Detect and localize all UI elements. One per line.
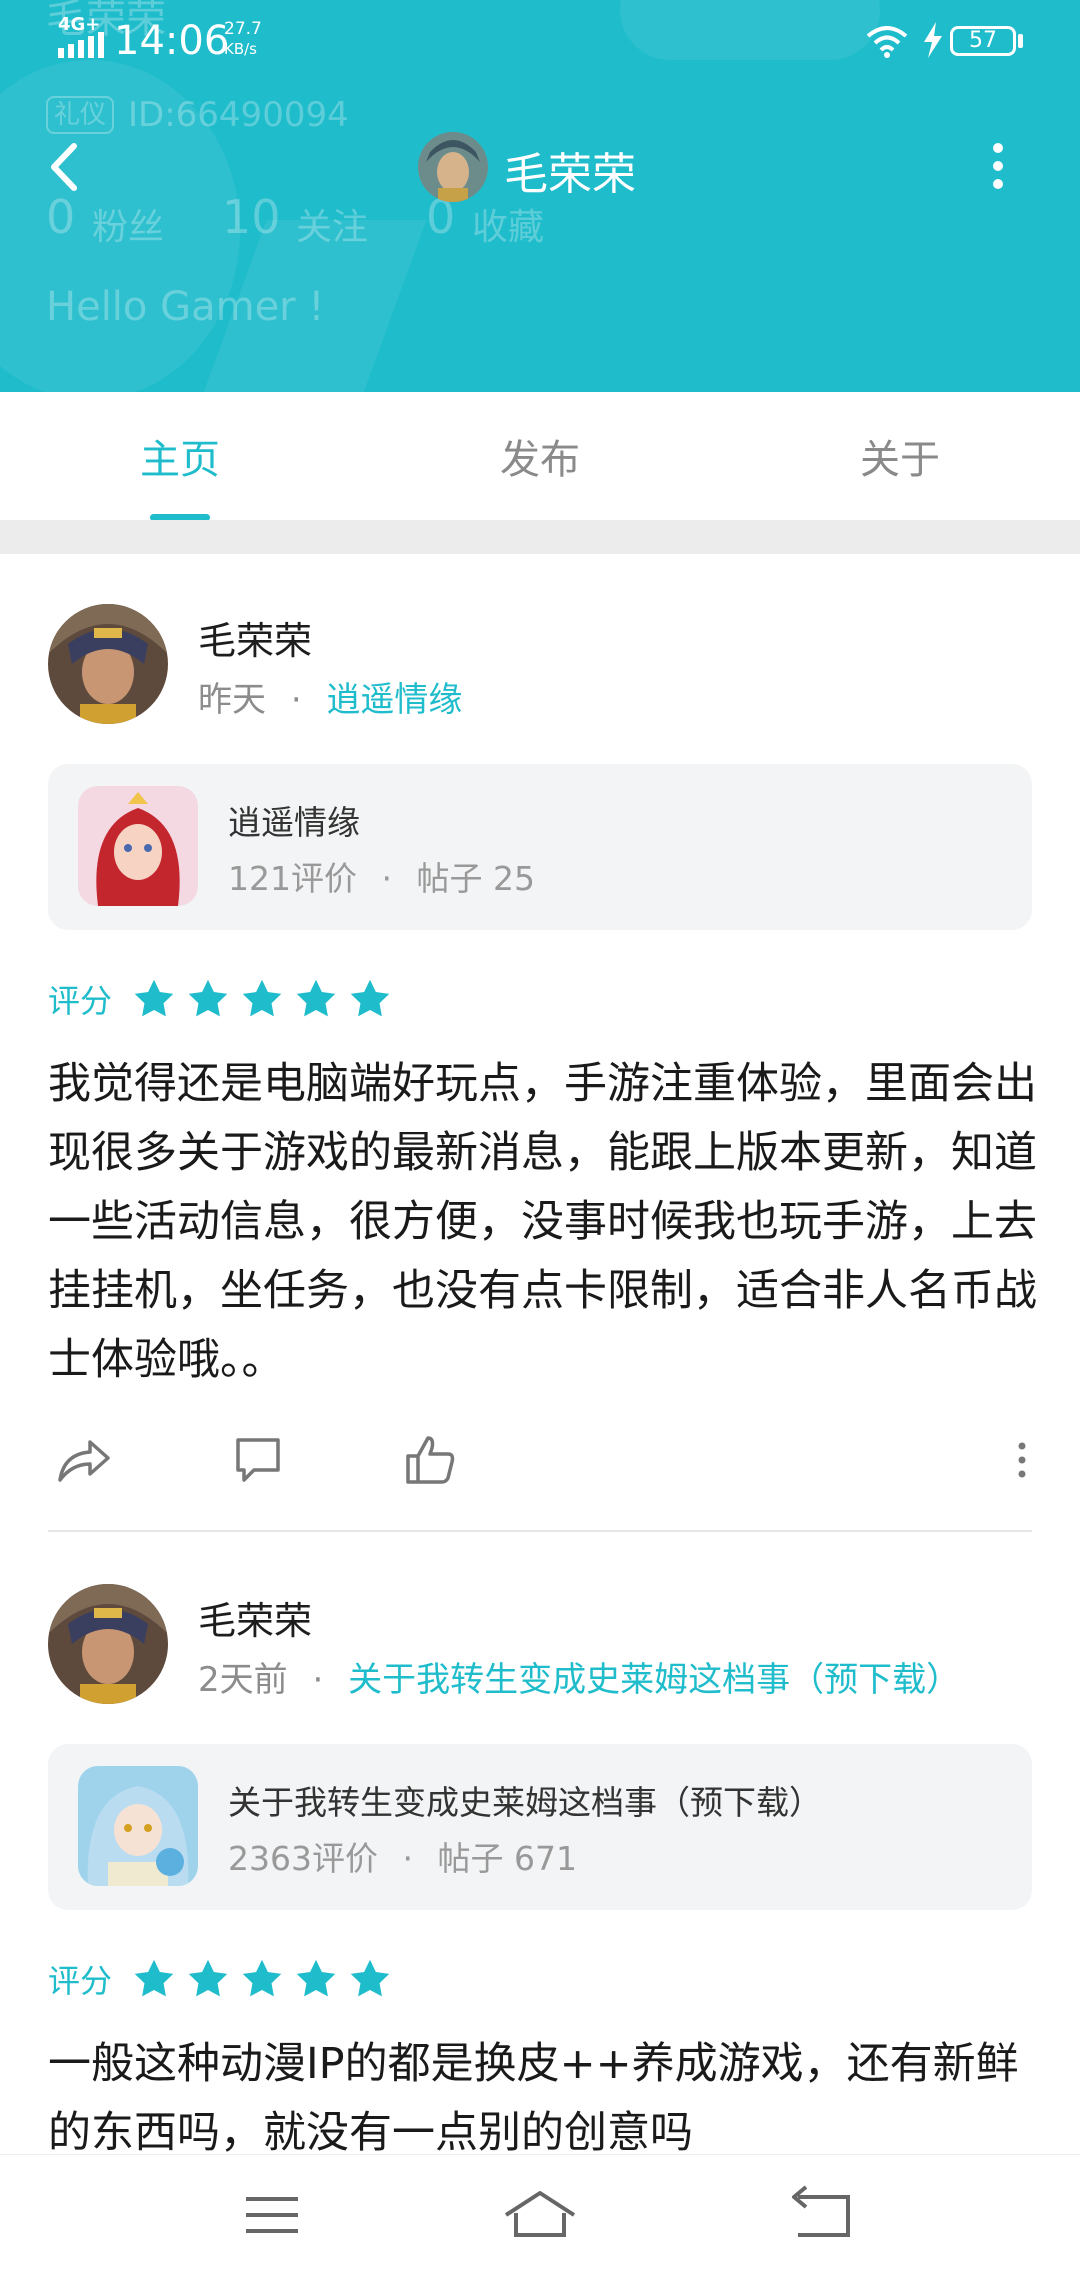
battery-tip [1018, 34, 1023, 48]
game-post-count: 帖子 25 [416, 859, 535, 898]
section-divider [0, 520, 1080, 554]
post-author[interactable]: 毛荣荣 [198, 610, 312, 665]
star-icon [350, 1959, 390, 1997]
avatar[interactable] [48, 604, 168, 724]
ghost-follow-count: 10 [222, 190, 281, 244]
star-icon [296, 979, 336, 1017]
game-card[interactable]: 逍遥情缘 121评价 · 帖子 25 [48, 764, 1032, 930]
post-body[interactable]: 一般这种动漫IP的都是换皮++养成游戏，还有新鲜的东西吗，就没有一点别的创意吗 [48, 2030, 1038, 2154]
post-card: 毛荣荣 昨天 · 逍遥情缘 逍遥情缘 121评价 · 帖子 25 评分 我觉得还… [0, 554, 1080, 1534]
tab-label: 主页 [140, 437, 220, 483]
game-post-count: 帖子 671 [437, 1839, 577, 1878]
star-icon [188, 979, 228, 1017]
game-art [78, 786, 198, 906]
battery-icon: 57 [950, 26, 1016, 56]
tab-home[interactable]: 主页 [0, 392, 360, 520]
wifi-icon [866, 26, 908, 58]
ghost-fans-count: 0 [46, 190, 76, 244]
post-time: 2天前 [198, 1660, 288, 1700]
meta-dot: · [312, 1660, 324, 1700]
star-icon [134, 979, 174, 1017]
ghost-user-id: ID:66490094 [128, 95, 349, 135]
header-avatar [418, 132, 488, 202]
game-stats: 2363评价 · 帖子 671 [228, 1832, 577, 1880]
stats-dot: · [381, 859, 393, 898]
clock: 14:06 [114, 18, 230, 64]
ghost-fav-label: 收藏 [472, 207, 545, 248]
home-icon[interactable] [480, 2175, 600, 2255]
rating-label: 评分 [48, 1962, 113, 2000]
avatar-art [418, 132, 488, 202]
star-icon [242, 1959, 282, 1997]
more-vertical-icon[interactable] [980, 140, 1016, 196]
game-stats: 121评价 · 帖子 25 [228, 852, 535, 900]
rating-label: 评分 [48, 982, 113, 1020]
stats-dot: · [402, 1839, 413, 1878]
back-button[interactable] [40, 136, 90, 198]
game-card[interactable]: 关于我转生变成史莱姆这档事（预下载） 2363评价 · 帖子 671 [48, 1744, 1032, 1910]
star-icon [188, 1959, 228, 1997]
game-icon [78, 786, 198, 906]
game-art [78, 1766, 198, 1886]
tab-label: 关于 [860, 437, 940, 483]
net-speed-value: 27.7 [224, 19, 262, 39]
post-meta: 2天前 · 关于我转生变成史莱姆这档事（预下载） [198, 1652, 960, 1701]
system-nav-bar [0, 2154, 1080, 2281]
post-game-link[interactable]: 关于我转生变成史莱姆这档事（预下载） [348, 1660, 960, 1700]
ghost-fans-label: 粉丝 [92, 207, 165, 248]
meta-dot: · [290, 680, 302, 720]
ghost-badge: 礼仪 [46, 96, 115, 134]
game-review-count: 121评价 [228, 859, 357, 898]
header-bg-shape [620, 0, 880, 60]
post-time: 昨天 [198, 680, 266, 720]
star-icon [134, 1959, 174, 1997]
profile-header: 毛荣荣 礼仪 ID:66490094 0 粉丝 10 关注 0 收藏 Hello… [0, 0, 1080, 392]
post-body[interactable]: 我觉得还是电脑端好玩点，手游注重体验，里面会出现很多关于游戏的最新消息，能跟上版… [48, 1050, 1038, 1396]
star-icon [296, 1959, 336, 1997]
back-icon[interactable] [762, 2175, 882, 2255]
signal-icon [58, 32, 104, 58]
post-separator [48, 1530, 1032, 1532]
game-review-count: 2363评价 [228, 1839, 378, 1878]
avatar-art [48, 604, 168, 724]
header-title: 毛荣荣 [504, 149, 636, 200]
tab-label: 发布 [500, 437, 580, 483]
post-author[interactable]: 毛荣荣 [198, 1590, 312, 1645]
like-icon[interactable] [400, 1430, 460, 1490]
game-title: 逍遥情缘 [228, 803, 360, 842]
star-icon [242, 979, 282, 1017]
profile-tabs: 主页 发布 关于 [0, 392, 1080, 521]
star-icon [350, 979, 390, 1017]
charging-icon [924, 22, 942, 58]
menu-icon[interactable] [212, 2175, 332, 2255]
more-options-icon[interactable] [1000, 1430, 1044, 1490]
rating: 评分 [48, 1954, 402, 2004]
game-icon [78, 1766, 198, 1886]
comment-icon[interactable] [228, 1430, 288, 1490]
game-title: 关于我转生变成史莱姆这档事（预下载） [228, 1783, 822, 1822]
avatar[interactable] [48, 1584, 168, 1704]
ghost-greeting: Hello Gamer ! [46, 284, 325, 330]
battery-level: 57 [969, 28, 997, 53]
post-meta: 昨天 · 逍遥情缘 [198, 672, 462, 721]
ghost-follow-label: 关注 [296, 207, 369, 248]
post-game-link[interactable]: 逍遥情缘 [326, 680, 462, 720]
share-icon[interactable] [54, 1430, 114, 1490]
rating: 评分 [48, 974, 402, 1024]
net-speed-unit: KB/s [224, 40, 257, 58]
post-card: 毛荣荣 2天前 · 关于我转生变成史莱姆这档事（预下载） 关于我转生变成史莱姆这… [0, 1534, 1080, 2154]
tab-published[interactable]: 发布 [360, 392, 720, 520]
tab-about[interactable]: 关于 [720, 392, 1080, 520]
avatar-art [48, 1584, 168, 1704]
